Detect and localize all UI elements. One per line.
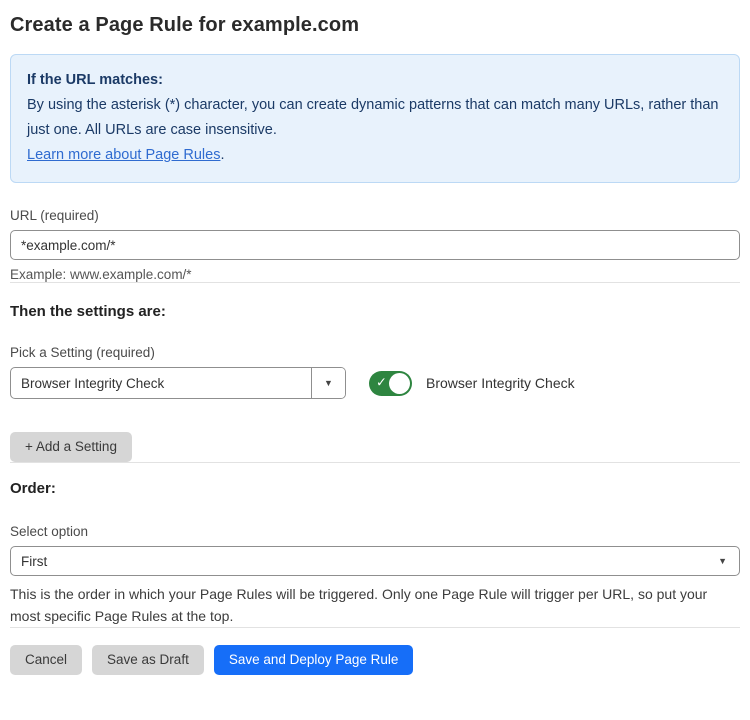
- toggle-label: Browser Integrity Check: [426, 375, 575, 391]
- url-match-info-box: If the URL matches: By using the asteris…: [10, 54, 740, 183]
- setting-dropdown-arrow-button[interactable]: ▼: [311, 368, 345, 398]
- save-as-draft-button[interactable]: Save as Draft: [92, 645, 204, 675]
- save-and-deploy-button[interactable]: Save and Deploy Page Rule: [214, 645, 414, 675]
- order-select[interactable]: First ▼: [10, 546, 740, 576]
- footer-actions: Cancel Save as Draft Save and Deploy Pag…: [10, 645, 740, 675]
- url-label: URL (required): [10, 208, 740, 223]
- chevron-down-icon: ▼: [324, 379, 333, 388]
- divider: [10, 282, 740, 283]
- divider: [10, 627, 740, 628]
- pick-setting-row: Pick a Setting (required) Browser Integr…: [10, 345, 740, 399]
- order-select-label: Select option: [10, 524, 740, 539]
- order-select-block: Select option First ▼ This is the order …: [10, 524, 740, 627]
- link-suffix: .: [220, 147, 224, 163]
- setting-control-row: Browser Integrity Check ▼ ✓ Browser Inte…: [10, 367, 740, 399]
- pick-setting-label: Pick a Setting (required): [10, 345, 740, 360]
- toggle-knob: [389, 373, 410, 394]
- check-icon: ✓: [376, 375, 387, 391]
- settings-section: Then the settings are: Pick a Setting (r…: [10, 303, 740, 462]
- info-box-heading: If the URL matches:: [27, 68, 723, 93]
- order-helper-text: This is the order in which your Page Rul…: [10, 583, 740, 627]
- learn-more-link[interactable]: Learn more about Page Rules: [27, 147, 220, 163]
- url-input[interactable]: [10, 230, 740, 260]
- create-page-rule-form: Create a Page Rule for example.com If th…: [0, 0, 750, 675]
- setting-toggle-group: ✓ Browser Integrity Check: [369, 371, 575, 396]
- setting-dropdown[interactable]: Browser Integrity Check ▼: [10, 367, 346, 399]
- divider: [10, 462, 740, 463]
- add-setting-button[interactable]: + Add a Setting: [10, 432, 132, 462]
- order-select-value: First: [21, 554, 718, 569]
- url-section: URL (required) Example: www.example.com/…: [10, 208, 740, 282]
- cancel-button[interactable]: Cancel: [10, 645, 82, 675]
- page-title: Create a Page Rule for example.com: [10, 14, 740, 37]
- browser-integrity-toggle[interactable]: ✓: [369, 371, 412, 396]
- setting-dropdown-value: Browser Integrity Check: [11, 368, 311, 398]
- url-example-helper: Example: www.example.com/*: [10, 267, 740, 282]
- info-box-link-line: Learn more about Page Rules.: [27, 147, 225, 163]
- order-heading: Order:: [10, 480, 740, 497]
- info-box-body: By using the asterisk (*) character, you…: [27, 93, 723, 143]
- chevron-down-icon: ▼: [718, 557, 727, 566]
- settings-heading: Then the settings are:: [10, 303, 740, 320]
- order-section: Order: Select option First ▼ This is the…: [10, 480, 740, 627]
